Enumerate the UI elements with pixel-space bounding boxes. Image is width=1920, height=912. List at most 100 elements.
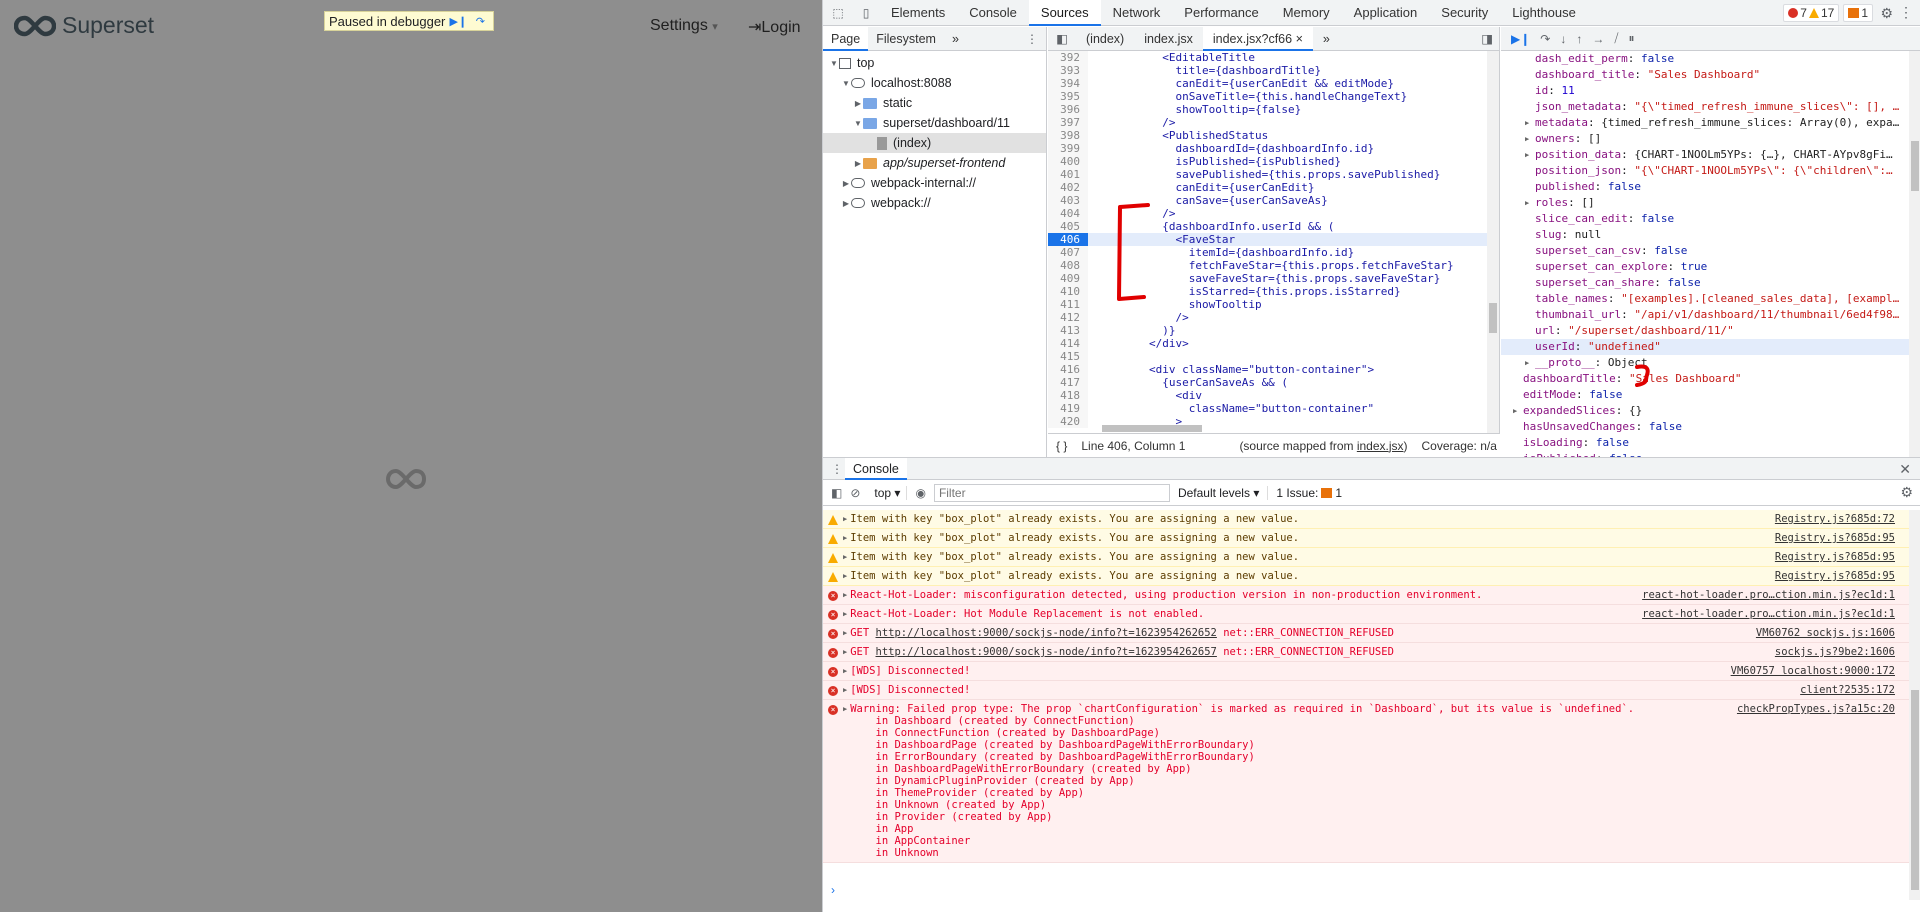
- scrollbar-thumb[interactable]: [1911, 690, 1919, 890]
- message-source-link[interactable]: client?2535:172: [1800, 684, 1895, 696]
- code-line[interactable]: 397 />: [1048, 116, 1488, 129]
- scope-variable-row[interactable]: hasUnsavedChanges: false: [1501, 419, 1909, 435]
- line-number[interactable]: 400: [1048, 155, 1088, 168]
- tree-item-static[interactable]: ▶ static: [823, 93, 1046, 113]
- scope-variable-row[interactable]: ▶ __proto__: Object: [1501, 355, 1909, 371]
- close-icon[interactable]: ✕: [1899, 461, 1911, 478]
- scope-variable-row[interactable]: ▶ roles: []: [1501, 195, 1909, 211]
- expand-arrow-icon[interactable]: ▶: [843, 608, 847, 620]
- tab-network[interactable]: Network: [1101, 0, 1173, 26]
- console-error[interactable]: × ▶ React-Hot-Loader: misconfiguration det…: [823, 586, 1909, 605]
- scope-variable-row[interactable]: table_names: "[examples].[cleaned_sales_…: [1501, 291, 1909, 307]
- line-number[interactable]: 399: [1048, 142, 1088, 155]
- expand-arrow-icon[interactable]: ▶: [843, 703, 847, 859]
- code-line[interactable]: 414 </div>: [1048, 337, 1488, 350]
- expand-arrow-icon[interactable]: ▶: [843, 513, 847, 525]
- message-source-link[interactable]: Registry.js?685d:95: [1775, 551, 1895, 563]
- tree-item-localhost[interactable]: ▼ localhost:8088: [823, 73, 1046, 93]
- line-number[interactable]: 404: [1048, 207, 1088, 220]
- resume-icon[interactable]: ▶❙: [449, 13, 468, 29]
- scope-variable-row[interactable]: superset_can_explore: true: [1501, 259, 1909, 275]
- message-source-link[interactable]: react-hot-loader.pro…ction.min.js?ec1d:1: [1642, 608, 1895, 620]
- navigator-menu-icon[interactable]: ⋮: [1026, 32, 1038, 46]
- console-error[interactable]: × ▶ [WDS] Disconnected! client?2535:172: [823, 681, 1909, 700]
- expand-arrow-icon[interactable]: ▶: [843, 684, 847, 696]
- console-error[interactable]: × ▶ [WDS] Disconnected! VM60757 localhost:9…: [823, 662, 1909, 681]
- console-warning[interactable]: ▶ Item with key "box_plot" already exists…: [823, 548, 1909, 567]
- expand-arrow-icon[interactable]: ▶: [843, 551, 847, 563]
- console-error[interactable]: × ▶ GET http://localhost:9000/sockjs-node/…: [823, 643, 1909, 662]
- scope-variables[interactable]: dash_edit_perm: false dashboard_title: "S…: [1501, 51, 1909, 457]
- toggle-navigator-icon[interactable]: ◧: [1048, 31, 1076, 46]
- code-line[interactable]: 418 <div: [1048, 389, 1488, 402]
- console-error[interactable]: × ▶ Warning: Failed prop type: The prop `c…: [823, 700, 1909, 863]
- context-selector[interactable]: top ▾: [868, 485, 908, 500]
- scope-variable-row[interactable]: ▶ metadata: {timed_refresh_immune_slices:…: [1501, 115, 1909, 131]
- scope-variable-row[interactable]: json_metadata: "{\"timed_refresh_immune_…: [1501, 99, 1909, 115]
- editor-tab-index[interactable]: (index): [1076, 27, 1134, 51]
- drawer-menu-icon[interactable]: ⋮: [831, 462, 843, 476]
- collapsed-arrow-icon[interactable]: ▶: [1513, 403, 1517, 419]
- code-line[interactable]: 393 title={dashboardTitle}: [1048, 64, 1488, 77]
- gear-icon[interactable]: ⚙: [1880, 5, 1893, 22]
- code-line[interactable]: 412 />: [1048, 311, 1488, 324]
- tab-filesystem[interactable]: Filesystem: [868, 27, 944, 51]
- code-line[interactable]: 419 className="button-container": [1048, 402, 1488, 415]
- issues-badge[interactable]: 1: [1843, 4, 1873, 22]
- step-out-icon[interactable]: ↑: [1576, 32, 1582, 46]
- console-filter-input[interactable]: [933, 483, 1170, 502]
- line-number[interactable]: 407: [1048, 246, 1088, 259]
- code-line[interactable]: 401 savePublished={this.props.savePublis…: [1048, 168, 1488, 181]
- request-url-link[interactable]: http://localhost:9000/sockjs-node/info?t…: [876, 646, 1217, 658]
- tree-item-dashboard[interactable]: ▼ superset/dashboard/11: [823, 113, 1046, 133]
- line-number[interactable]: 416: [1048, 363, 1088, 376]
- line-number[interactable]: 403: [1048, 194, 1088, 207]
- scope-variable-row[interactable]: dash_edit_perm: false: [1501, 51, 1909, 67]
- scrollbar-thumb[interactable]: [1911, 141, 1919, 191]
- scope-variable-row[interactable]: superset_can_share: false: [1501, 275, 1909, 291]
- pretty-print-button[interactable]: { }: [1056, 439, 1067, 453]
- tab-lighthouse[interactable]: Lighthouse: [1500, 0, 1588, 26]
- close-icon[interactable]: ×: [1296, 32, 1303, 46]
- collapsed-arrow-icon[interactable]: ▶: [1525, 115, 1529, 131]
- code-line[interactable]: 396 showTooltip={false}: [1048, 103, 1488, 116]
- expand-arrow-icon[interactable]: ▶: [843, 627, 847, 639]
- collapsed-arrow-icon[interactable]: ▶: [1525, 195, 1529, 211]
- editor-tab-index-jsx[interactable]: index.jsx: [1134, 27, 1203, 51]
- tab-performance[interactable]: Performance: [1172, 0, 1270, 26]
- line-number[interactable]: 418: [1048, 389, 1088, 402]
- line-number[interactable]: 392: [1048, 51, 1088, 64]
- line-number[interactable]: 397: [1048, 116, 1088, 129]
- message-source-link[interactable]: Registry.js?685d:72: [1775, 513, 1895, 525]
- message-source-link[interactable]: react-hot-loader.pro…ction.min.js?ec1d:1: [1642, 589, 1895, 601]
- line-number[interactable]: 409: [1048, 272, 1088, 285]
- step-icon[interactable]: →: [1592, 32, 1604, 46]
- scope-variable-row[interactable]: slug: null: [1501, 227, 1909, 243]
- scrollbar-thumb[interactable]: [1102, 425, 1202, 432]
- toggle-debugger-icon[interactable]: ◨: [1481, 31, 1493, 46]
- scope-variable-row[interactable]: ▶ position_data: {CHART-1NOOLm5YPs: {…}, …: [1501, 147, 1909, 163]
- line-number[interactable]: 408: [1048, 259, 1088, 272]
- log-levels-dropdown[interactable]: Default levels ▾: [1178, 486, 1259, 500]
- scrollbar-thumb[interactable]: [1489, 303, 1497, 333]
- editor-tab-index-jsx-cf66[interactable]: index.jsx?cf66 ×: [1202, 26, 1313, 51]
- tab-elements[interactable]: Elements: [879, 0, 957, 26]
- line-number[interactable]: 410: [1048, 285, 1088, 298]
- line-number[interactable]: 411: [1048, 298, 1088, 311]
- vertical-scrollbar[interactable]: [1487, 51, 1499, 436]
- drawer-tab-console[interactable]: Console: [845, 457, 907, 480]
- tab-console[interactable]: Console: [957, 0, 1029, 26]
- more-tabs-icon[interactable]: »: [944, 27, 967, 51]
- scope-variable-row[interactable]: superset_can_csv: false: [1501, 243, 1909, 259]
- scope-variable-row[interactable]: id: 11: [1501, 83, 1909, 99]
- tab-sources[interactable]: Sources: [1028, 0, 1101, 26]
- code-line[interactable]: 417 {userCanSaveAs && (: [1048, 376, 1488, 389]
- message-source-link[interactable]: VM60757 localhost:9000:172: [1731, 665, 1895, 677]
- code-line[interactable]: 413 )}: [1048, 324, 1488, 337]
- console-warning[interactable]: ▶ Item with key "box_plot" already exists…: [823, 510, 1909, 529]
- scope-variable-row[interactable]: position_json: "{\"CHART-1NOOLm5YPs\": {…: [1501, 163, 1909, 179]
- step-over-icon[interactable]: ↷: [471, 13, 489, 29]
- scope-scrollbar[interactable]: [1909, 51, 1920, 457]
- more-tabs-icon[interactable]: »: [1313, 27, 1340, 51]
- gear-icon[interactable]: ⚙: [1900, 484, 1913, 501]
